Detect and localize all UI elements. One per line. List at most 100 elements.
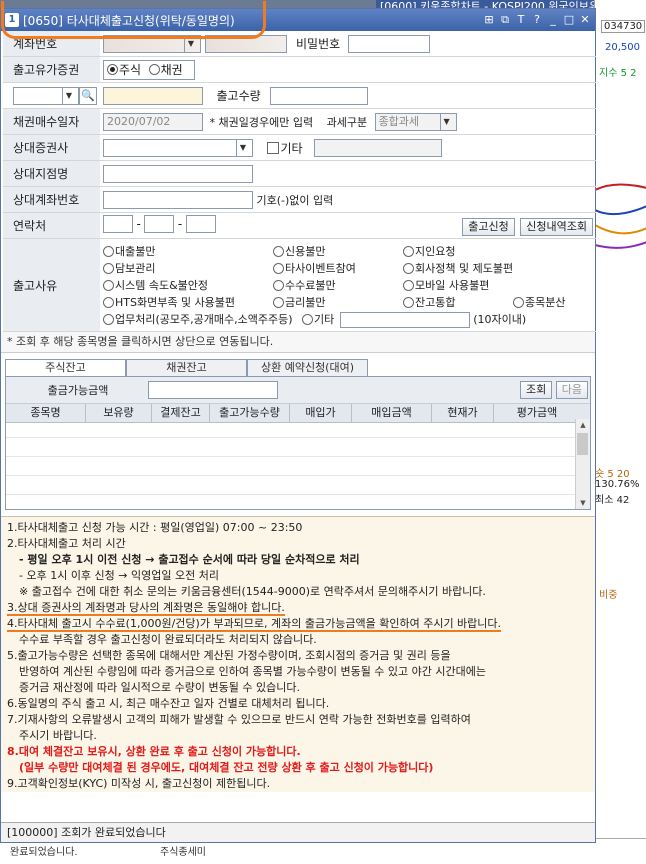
info-line: 4.타사대체 출고시 수수료(1,000원/건당)가 부과되므로, 계좌의 출금… xyxy=(7,617,502,632)
contact-part-1[interactable] xyxy=(103,215,133,233)
password-input[interactable] xyxy=(347,34,430,53)
available-amount-value xyxy=(148,381,278,399)
counter-branch-input[interactable] xyxy=(103,164,253,183)
available-amount-bar: 출금가능금액 조회 다음 xyxy=(6,377,590,404)
maximize-icon[interactable]: □ xyxy=(563,14,575,26)
reason-last-row: 업무처리(공모주,공개매수,소액주주등) 기타 (10자이내) xyxy=(103,311,593,328)
search-button[interactable]: 조회 xyxy=(520,381,553,399)
reason-fee[interactable]: 수수료불만 xyxy=(273,277,403,293)
transfer-form: 계좌번호 ▼ 비밀번호 출고유가증권 주식 채권 ▼ 🔍 출고수량 채권매수일자… xyxy=(3,31,596,332)
chevron-down-icon[interactable]: ▼ xyxy=(62,87,75,104)
stock-radio[interactable] xyxy=(107,64,118,75)
reason-radio-group: 대출불만 신용불만 지인요청 담보관리 타사이벤트참여 회사정책 및 제도불편 … xyxy=(103,240,593,331)
counter-account-input[interactable] xyxy=(103,190,253,209)
other-broker-input[interactable] xyxy=(314,138,443,157)
scroll-down-icon[interactable]: ▼ xyxy=(576,497,590,509)
info-line: 5.출고가능수량은 선택한 종목에 대해서만 계산된 가정수량이며, 조회시점의… xyxy=(7,649,451,662)
info-line: - 평일 오후 1시 이전 신청 → 출고접수 순서에 따라 당일 순차적으로 … xyxy=(19,553,360,566)
counter-account-note: 기호(-)없이 입력 xyxy=(256,193,334,207)
bond-date-input[interactable]: 2020/07/02 xyxy=(103,112,203,131)
counter-branch-label: 상대지점명 xyxy=(3,160,100,187)
bond-radio[interactable] xyxy=(148,64,160,75)
background-chart-panel: 034730 20,500 지수 5 2 숏 5 20 130.76% 최소 4… xyxy=(594,0,646,863)
stock-name-field xyxy=(103,86,203,105)
reason-other[interactable]: 기타 xyxy=(302,313,334,326)
other-broker-checkbox[interactable] xyxy=(266,141,279,154)
info-line: 6.동일명의 주식 출고 시, 최근 매수잔고 일자 건별로 대체처리 됩니다. xyxy=(7,697,330,710)
usage-note: * 조회 후 해당 종목명을 클릭하시면 상단으로 연동됩니다. xyxy=(1,332,595,353)
account-number-select[interactable]: ▼ xyxy=(103,34,201,53)
reason-mobile[interactable]: 모바일 사용불편 xyxy=(403,277,593,293)
window-title: [0650] 타사대체출고신청(위탁/동일명의) xyxy=(23,13,235,28)
available-amount-label: 출금가능금액 xyxy=(47,384,109,397)
account-label: 계좌번호 xyxy=(3,31,100,57)
info-notice-panel: 1.타사대체출고 신청 가능 시간 : 평일(영업일) 07:00 ~ 23:5… xyxy=(1,516,595,792)
reason-limit-note: (10자이내) xyxy=(473,312,527,326)
tax-label: 과세구분 xyxy=(326,115,368,129)
reason-interest[interactable]: 금리불만 xyxy=(273,294,403,310)
tab-stock-balance[interactable]: 주식잔고 xyxy=(5,359,126,376)
next-button[interactable]: 다음 xyxy=(555,381,588,399)
reason-system[interactable]: 시스템 속도&불안정 xyxy=(103,277,273,293)
table-row[interactable] xyxy=(6,476,576,495)
grid-scrollbar[interactable]: ▲ ▼ xyxy=(575,419,590,509)
reason-policy[interactable]: 회사정책 및 제도불편 xyxy=(403,260,593,276)
balance-panel: 출금가능금액 조회 다음 종목명 보유량 결제잔고 출고가능수량 매입가 매입금… xyxy=(5,376,591,510)
reason-collateral[interactable]: 담보관리 xyxy=(103,260,273,276)
reason-diversify[interactable]: 종목분산 xyxy=(513,294,593,310)
tab-repayment-reservation[interactable]: 상환 예약신청(대여) xyxy=(247,359,368,376)
tab-bond-balance[interactable]: 채권잔고 xyxy=(126,359,247,376)
pin-icon[interactable]: ⊞ xyxy=(483,14,495,26)
reason-consolidation[interactable]: 잔고통합 xyxy=(403,294,513,310)
other-broker-label: 기타 xyxy=(280,141,303,155)
bg-status-text: 완료되었습니다. xyxy=(10,847,78,858)
help-icon[interactable]: ? xyxy=(531,14,543,26)
reason-other-event[interactable]: 타사이벤트참여 xyxy=(273,260,403,276)
chevron-down-icon[interactable]: ▼ xyxy=(236,139,249,156)
bond-date-label: 채권매수일자 xyxy=(3,108,100,135)
balance-tabs: 주식잔고 채권잔고 상환 예약신청(대여) xyxy=(5,359,595,376)
table-row[interactable] xyxy=(6,438,576,457)
reason-business[interactable]: 업무처리(공모주,공개매수,소액주주등) xyxy=(103,313,293,326)
reason-other-input[interactable] xyxy=(339,311,470,328)
chevron-down-icon[interactable]: ▼ xyxy=(184,35,197,52)
quantity-input[interactable] xyxy=(270,86,369,105)
request-history-button[interactable]: 신청내역조회 xyxy=(520,218,593,236)
font-size-icon[interactable]: T xyxy=(515,14,527,26)
counter-broker-label: 상대증권사 xyxy=(3,134,100,161)
table-row[interactable] xyxy=(6,419,576,438)
contact-part-2[interactable] xyxy=(144,215,175,233)
counter-broker-select[interactable]: ▼ xyxy=(103,138,253,157)
reason-acquaintance[interactable]: 지인요청 xyxy=(403,243,593,259)
bg-code: 034730 xyxy=(601,20,646,33)
stock-code-select[interactable]: ▼ xyxy=(13,86,79,105)
securities-type-label: 출고유가증권 xyxy=(3,56,100,83)
scroll-up-icon[interactable]: ▲ xyxy=(576,419,590,431)
bg-item-text: 주식종세미 xyxy=(160,847,206,858)
minimize-icon[interactable]: _ xyxy=(547,14,559,26)
table-row[interactable] xyxy=(6,457,576,476)
quantity-label: 출고수량 xyxy=(216,89,261,103)
transfer-request-window: 1 [0650] 타사대체출고신청(위탁/동일명의) ⊞ ⧉ T ? _ □ ✕… xyxy=(0,1,596,843)
window-number-badge: 1 xyxy=(5,13,19,27)
close-icon[interactable]: ✕ xyxy=(579,14,591,26)
search-icon[interactable]: 🔍 xyxy=(79,86,97,105)
securities-type-radio-group: 주식 채권 xyxy=(103,59,195,80)
scroll-thumb[interactable] xyxy=(577,433,588,455)
reason-loan[interactable]: 대출불만 xyxy=(103,243,273,259)
status-bar: [100000] 조회가 완료되었습니다 xyxy=(1,822,595,842)
reason-credit[interactable]: 신용불만 xyxy=(273,243,403,259)
request-transfer-button[interactable]: 출고신청 xyxy=(462,218,515,236)
window-titlebar[interactable]: 1 [0650] 타사대체출고신청(위탁/동일명의) ⊞ ⧉ T ? _ □ ✕ xyxy=(1,9,595,31)
bg-ma: 숏 5 20 xyxy=(595,469,630,480)
info-line-warning: (일부 수량만 대여체결 된 경우에도, 대여체결 잔고 전량 상환 후 출고 … xyxy=(19,761,434,774)
chevron-down-icon[interactable]: ▼ xyxy=(439,113,453,130)
info-line: 2.타사대체출고 처리 시간 xyxy=(7,537,126,550)
reason-hts[interactable]: HTS화면부족 및 사용불편 xyxy=(103,294,273,310)
copy-window-icon[interactable]: ⧉ xyxy=(499,14,511,26)
tax-select[interactable]: 종합과세 ▼ xyxy=(374,112,457,131)
info-line-warning: 8.대여 체결잔고 보유시, 상환 완료 후 출고 신청이 가능합니다. xyxy=(7,745,301,758)
bond-date-note: * 채권일경우에만 입력 xyxy=(209,115,314,129)
bg-min: 최소 42 xyxy=(595,495,630,506)
contact-part-3[interactable] xyxy=(185,215,216,233)
